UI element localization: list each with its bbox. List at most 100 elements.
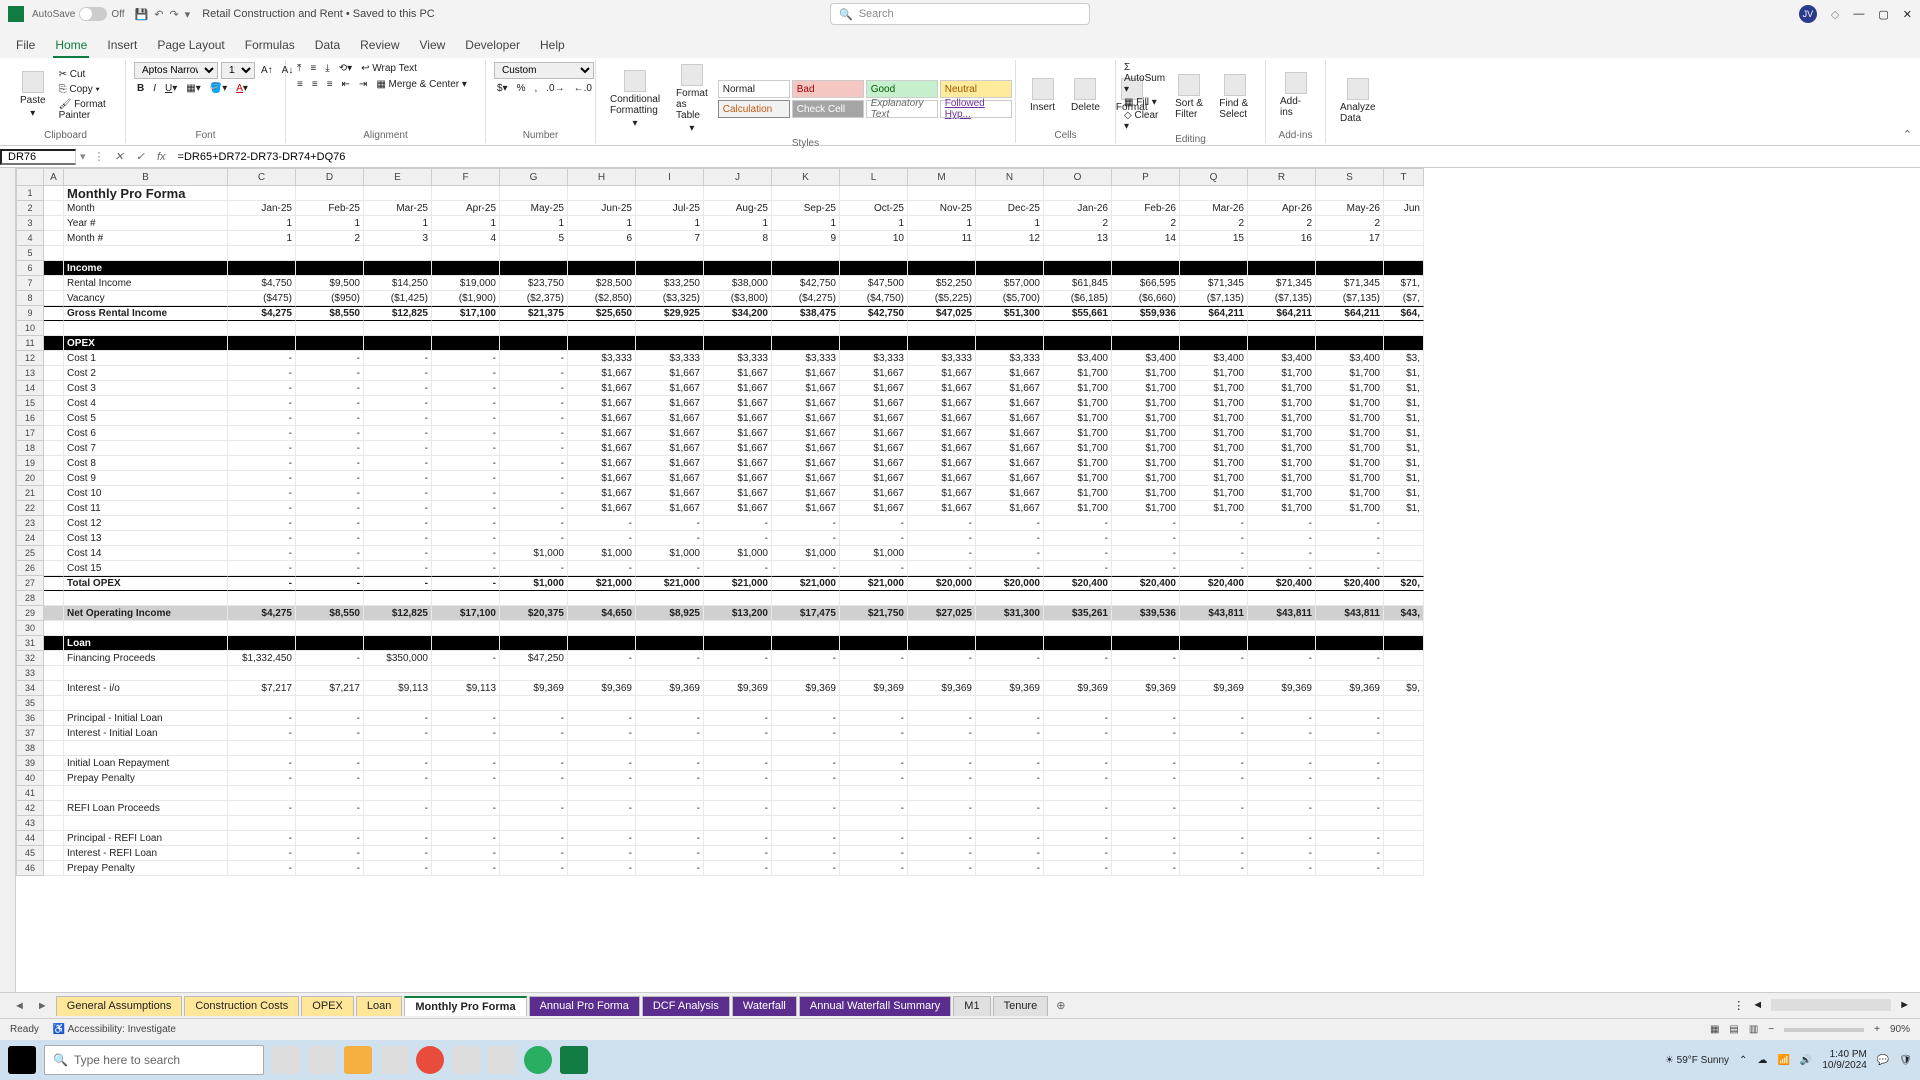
cell[interactable]: -: [228, 516, 296, 531]
cell[interactable]: $9,369: [636, 681, 704, 696]
cell[interactable]: -: [500, 351, 568, 366]
cell[interactable]: -: [432, 861, 500, 876]
cell[interactable]: $12,825: [364, 606, 432, 621]
cell[interactable]: [976, 696, 1044, 711]
cell[interactable]: -: [1044, 711, 1112, 726]
cell[interactable]: [1044, 816, 1112, 831]
cell[interactable]: $20,: [1384, 576, 1424, 591]
tab-home[interactable]: Home: [53, 34, 89, 58]
cell[interactable]: $4,750: [228, 276, 296, 291]
cell[interactable]: [1248, 696, 1316, 711]
cell[interactable]: -: [976, 531, 1044, 546]
normal-view-icon[interactable]: ▦: [1710, 1024, 1719, 1035]
italic-button[interactable]: I: [150, 82, 159, 95]
cell[interactable]: -: [1316, 831, 1384, 846]
cell[interactable]: [1384, 261, 1424, 276]
cell[interactable]: $20,400: [1180, 576, 1248, 591]
cell[interactable]: 1: [704, 216, 772, 231]
cell[interactable]: $42,750: [772, 276, 840, 291]
cell[interactable]: [568, 336, 636, 351]
cell[interactable]: Cost 15: [64, 561, 228, 576]
cell[interactable]: [636, 321, 704, 336]
cell[interactable]: -: [568, 531, 636, 546]
cell[interactable]: [1384, 696, 1424, 711]
cell[interactable]: [1248, 591, 1316, 606]
cell[interactable]: [432, 246, 500, 261]
cell[interactable]: [908, 261, 976, 276]
cell[interactable]: [568, 321, 636, 336]
cell[interactable]: $1,700: [1248, 396, 1316, 411]
cell[interactable]: [44, 561, 64, 576]
cell[interactable]: [704, 591, 772, 606]
cell[interactable]: -: [432, 471, 500, 486]
cell[interactable]: -: [1316, 846, 1384, 861]
column-header[interactable]: D: [296, 168, 364, 186]
cell[interactable]: $1,700: [1044, 456, 1112, 471]
cell[interactable]: -: [432, 501, 500, 516]
cell[interactable]: -: [296, 456, 364, 471]
page-break-view-icon[interactable]: ▥: [1749, 1024, 1758, 1035]
cell[interactable]: [772, 186, 840, 201]
sheet-tab[interactable]: Tenure: [993, 996, 1049, 1016]
cell[interactable]: $9,369: [772, 681, 840, 696]
cell[interactable]: -: [432, 426, 500, 441]
cell[interactable]: $9,369: [500, 681, 568, 696]
cell[interactable]: -: [1044, 801, 1112, 816]
cell[interactable]: [1384, 336, 1424, 351]
cell[interactable]: -: [704, 771, 772, 786]
cell[interactable]: [1384, 831, 1424, 846]
cell[interactable]: $64,211: [1248, 306, 1316, 321]
cell[interactable]: $1,667: [772, 396, 840, 411]
cell[interactable]: $71,345: [1316, 276, 1384, 291]
cell[interactable]: $43,811: [1248, 606, 1316, 621]
row-header[interactable]: 36: [16, 711, 44, 726]
cell[interactable]: [636, 621, 704, 636]
cell[interactable]: -: [772, 831, 840, 846]
cell[interactable]: -: [908, 756, 976, 771]
row-header[interactable]: 43: [16, 816, 44, 831]
cell[interactable]: $1,667: [976, 411, 1044, 426]
cell[interactable]: $1,700: [1180, 396, 1248, 411]
cell[interactable]: [1248, 336, 1316, 351]
cell[interactable]: -: [364, 426, 432, 441]
row-header[interactable]: 8: [16, 291, 44, 306]
find-select-button[interactable]: Find & Select: [1213, 72, 1257, 122]
cell[interactable]: Apr-26: [1248, 201, 1316, 216]
cell[interactable]: $1,667: [568, 471, 636, 486]
fill-color-button[interactable]: 🪣▾: [207, 82, 230, 95]
cell[interactable]: [1248, 741, 1316, 756]
cell[interactable]: -: [228, 426, 296, 441]
cell[interactable]: -: [568, 651, 636, 666]
cell[interactable]: $1,667: [568, 366, 636, 381]
cell[interactable]: [1044, 786, 1112, 801]
cell[interactable]: -: [432, 351, 500, 366]
cell[interactable]: [636, 666, 704, 681]
cell[interactable]: [976, 786, 1044, 801]
cell[interactable]: [1044, 321, 1112, 336]
cell[interactable]: -: [840, 726, 908, 741]
cell[interactable]: [44, 336, 64, 351]
cell[interactable]: [568, 591, 636, 606]
cell[interactable]: $1,667: [704, 471, 772, 486]
row-header[interactable]: 45: [16, 846, 44, 861]
cell[interactable]: [44, 846, 64, 861]
cell[interactable]: $3,333: [976, 351, 1044, 366]
cell[interactable]: $1,700: [1316, 366, 1384, 381]
cell[interactable]: 16: [1248, 231, 1316, 246]
cell[interactable]: [364, 666, 432, 681]
cell[interactable]: -: [500, 531, 568, 546]
taskbar-app-1[interactable]: [272, 1046, 300, 1074]
cell[interactable]: [772, 666, 840, 681]
cell[interactable]: [840, 741, 908, 756]
cell[interactable]: $43,811: [1316, 606, 1384, 621]
cell[interactable]: $1,332,450: [228, 651, 296, 666]
cell[interactable]: [1112, 336, 1180, 351]
cell[interactable]: $1,: [1384, 411, 1424, 426]
cell[interactable]: -: [1316, 771, 1384, 786]
cancel-formula-icon[interactable]: ✕: [109, 150, 130, 163]
cell[interactable]: [1112, 636, 1180, 651]
cell[interactable]: [432, 636, 500, 651]
cell[interactable]: -: [364, 486, 432, 501]
column-header[interactable]: C: [228, 168, 296, 186]
outline-gutter[interactable]: [0, 168, 16, 992]
